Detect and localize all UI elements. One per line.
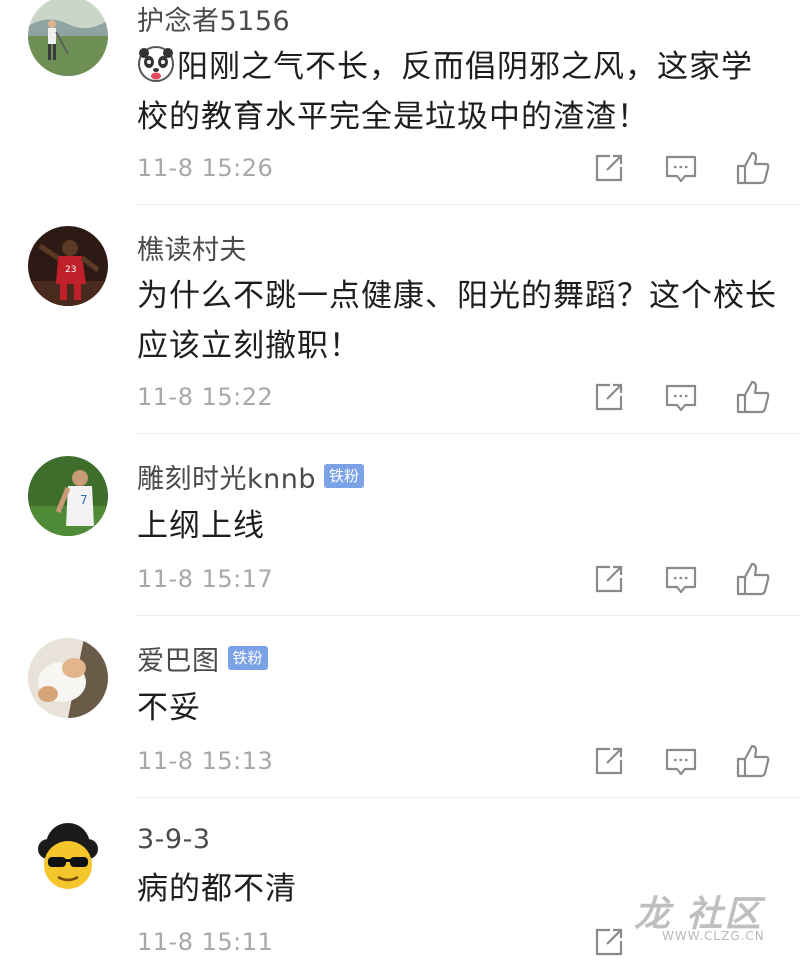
share-icon	[595, 928, 623, 956]
timestamp: 11-8 15:11	[137, 928, 274, 956]
basketball-player-avatar-icon: 23	[28, 226, 108, 306]
like-button[interactable]	[733, 559, 773, 599]
like-button[interactable]	[733, 741, 773, 781]
comment-item: 7 雕刻时光knnb 铁粉 上纲上线 11-8 15:17	[0, 456, 800, 616]
comment-reply-icon	[665, 384, 697, 412]
soccer-player-avatar-icon: 7	[28, 456, 108, 536]
golfer-avatar-icon	[28, 0, 108, 76]
comment-body: 病的都不清	[137, 871, 297, 907]
divider	[137, 615, 800, 616]
user-avatar[interactable]: 23	[28, 226, 108, 306]
user-avatar[interactable]	[28, 0, 108, 76]
comment-meta: 11-8 15:17	[0, 559, 800, 599]
thumbs-up-icon	[736, 151, 770, 185]
username[interactable]: 3-9-3	[137, 824, 211, 855]
comment-text: 阳刚之气不长，反而倡阴邪之风，这家学校的教育水平完全是垃圾中的渣渣！	[137, 42, 777, 142]
username-row: 爱巴图 铁粉	[137, 639, 268, 678]
username-row: 3-9-3	[137, 821, 211, 857]
comment-item: 23 樵读村夫 为什么不跳一点健康、阳光的舞蹈？这个校长应该立刻撤职！ 11-8…	[0, 226, 800, 434]
share-icon	[595, 747, 623, 775]
thumbs-up-icon	[736, 562, 770, 596]
timestamp: 11-8 15:13	[137, 747, 274, 775]
username-row: 雕刻时光knnb 铁粉	[137, 457, 365, 496]
comment-text: 不妥	[137, 683, 777, 733]
thumbs-up-icon	[736, 744, 770, 778]
comment-text: 为什么不跳一点健康、阳光的舞蹈？这个校长应该立刻撤职！	[137, 271, 777, 371]
svg-text:7: 7	[80, 493, 88, 507]
share-button[interactable]	[589, 559, 629, 599]
share-button[interactable]	[589, 148, 629, 188]
comment-body: 上纲上线	[137, 508, 265, 544]
comment-text: 病的都不清	[137, 864, 777, 914]
panda-face-emoji	[137, 45, 175, 83]
comment-text: 上纲上线	[137, 501, 777, 551]
share-button[interactable]	[589, 741, 629, 781]
timestamp: 11-8 15:26	[137, 154, 274, 182]
comment-reply-icon	[665, 748, 697, 776]
share-icon	[595, 565, 623, 593]
like-button[interactable]	[733, 148, 773, 188]
user-avatar[interactable]: 7	[28, 456, 108, 536]
divider	[137, 204, 800, 205]
share-button[interactable]	[589, 922, 629, 962]
user-avatar[interactable]	[28, 638, 108, 718]
comment-reply-icon	[665, 155, 697, 183]
reply-button[interactable]	[661, 377, 701, 417]
cat-avatar-icon	[28, 638, 108, 718]
comment-item: 3-9-3 病的都不清 11-8 15:11	[0, 819, 800, 961]
comment-item: 爱巴图 铁粉 不妥 11-8 15:13	[0, 638, 800, 798]
share-button[interactable]	[589, 377, 629, 417]
comment-body: 阳刚之气不长，反而倡阴邪之风，这家学校的教育水平完全是垃圾中的渣渣！	[137, 49, 753, 135]
reply-button[interactable]	[661, 148, 701, 188]
sunglasses-emoji-avatar-icon	[28, 819, 108, 899]
comment-meta: 11-8 15:11	[0, 922, 800, 962]
divider	[137, 433, 800, 434]
share-icon	[595, 154, 623, 182]
comment-item: 护念者5156 阳刚之气不长，反而倡阴邪之风，这家学校的教育水平完全是垃圾中的渣…	[0, 0, 800, 205]
user-avatar[interactable]	[28, 819, 108, 899]
username-row: 护念者5156	[137, 0, 290, 38]
username[interactable]: 樵读村夫	[137, 228, 247, 267]
divider	[137, 797, 800, 798]
timestamp: 11-8 15:17	[137, 565, 274, 593]
username[interactable]: 护念者5156	[137, 0, 290, 38]
comment-reply-icon	[665, 566, 697, 594]
comment-body: 不妥	[137, 690, 201, 726]
fan-badge: 铁粉	[227, 646, 268, 670]
share-icon	[595, 383, 623, 411]
comment-meta: 11-8 15:13	[0, 741, 800, 781]
username[interactable]: 雕刻时光knnb	[137, 457, 316, 496]
like-button[interactable]	[733, 377, 773, 417]
thumbs-up-icon	[736, 380, 770, 414]
username[interactable]: 爱巴图	[137, 639, 220, 678]
comment-body: 为什么不跳一点健康、阳光的舞蹈？这个校长应该立刻撤职！	[137, 278, 777, 364]
fan-badge: 铁粉	[324, 464, 365, 488]
reply-button[interactable]	[661, 741, 701, 781]
username-row: 樵读村夫	[137, 228, 247, 267]
comment-meta: 11-8 15:26	[0, 148, 800, 188]
comment-meta: 11-8 15:22	[0, 377, 800, 417]
timestamp: 11-8 15:22	[137, 383, 274, 411]
reply-button[interactable]	[661, 559, 701, 599]
svg-text:23: 23	[65, 265, 76, 275]
